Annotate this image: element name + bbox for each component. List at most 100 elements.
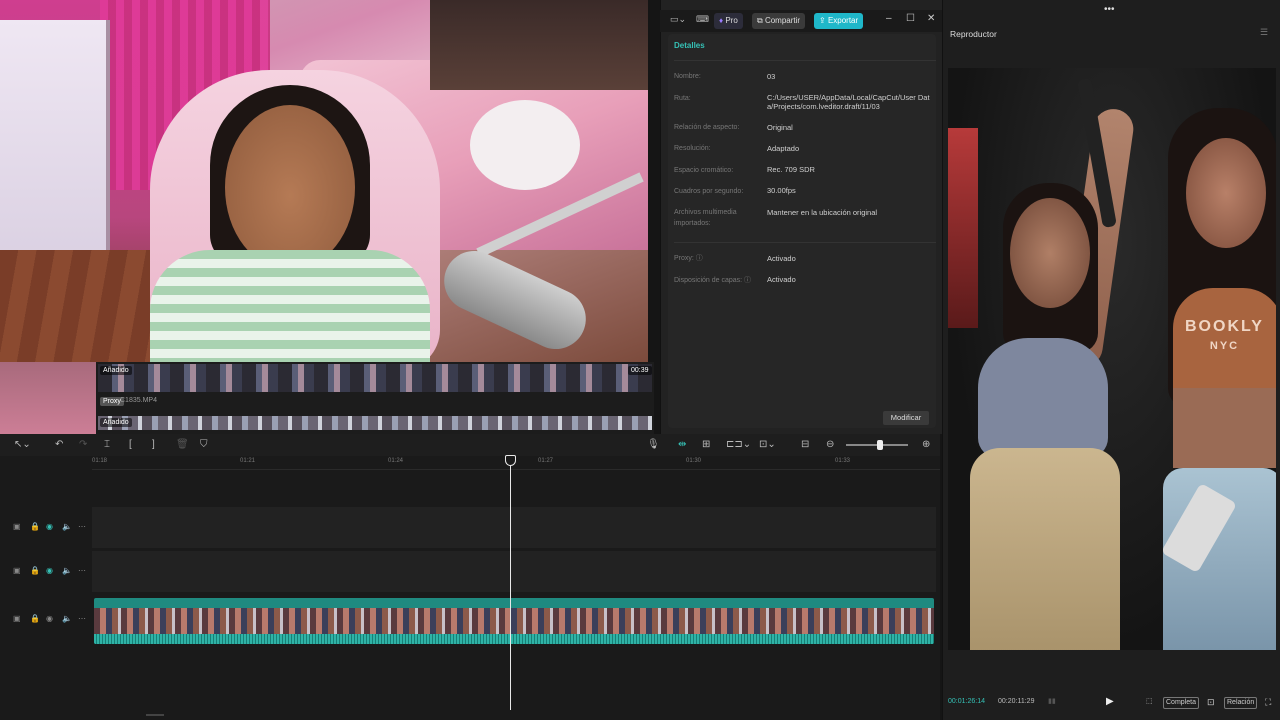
detail-label-proxy: Proxy: ⓘ (674, 253, 703, 264)
eye-icon[interactable]: ◉ (46, 566, 53, 575)
minimize-icon[interactable]: – (886, 13, 892, 24)
media-clip-2[interactable] (98, 416, 652, 430)
track-header-1: ▣ 🔒 ◉ 🔈 ⋯ (8, 506, 92, 548)
cover-icon[interactable]: ▣ (13, 614, 21, 623)
layout-icon[interactable]: ▭⌄ (670, 14, 686, 25)
eye-icon[interactable]: ◉ (46, 614, 53, 623)
redo-icon[interactable]: ↷ (79, 438, 87, 452)
detail-label-resolution: Resolución: (674, 145, 711, 152)
more-icon[interactable]: ⋯ (78, 566, 86, 575)
share-icon: ⧉ (757, 16, 763, 25)
current-time: 00:01:26:14 (948, 698, 985, 705)
audio-icon[interactable]: 🔈 (62, 614, 72, 623)
webcam-overlay (0, 0, 648, 362)
trim-right-icon[interactable]: ] (152, 438, 155, 452)
detail-value-name: 03 (767, 72, 776, 81)
plush-toy (470, 100, 580, 190)
export-label: Exportar (827, 16, 859, 25)
detail-value-aspect: Original (767, 123, 793, 132)
detail-label-path: Ruta: (674, 95, 691, 102)
video-clip[interactable] (94, 598, 934, 644)
zoom-out-icon[interactable]: ⊖ (826, 438, 834, 452)
undo-icon[interactable]: ↶ (55, 438, 63, 452)
share-button[interactable]: ⧉ Compartir (752, 13, 806, 29)
playhead-handle[interactable] (505, 455, 516, 466)
person-left-pants (970, 448, 1120, 650)
audio-icon[interactable]: 🔈 (62, 522, 72, 531)
modify-button[interactable]: Modificar (883, 411, 929, 425)
video-preview[interactable]: BOOKLY NYC (948, 68, 1276, 650)
split-icon[interactable]: ⌶ (104, 438, 110, 452)
close-icon[interactable]: ✕ (927, 13, 935, 24)
detail-value-proxy: Activado (767, 254, 796, 263)
keyboard-icon[interactable]: ⌨ (696, 14, 709, 25)
added-badge: Añadido (100, 366, 132, 375)
ruler-tick: 01:18 (92, 458, 108, 464)
detail-label-colorspace: Espacio cromático: (674, 167, 734, 174)
added-badge-2: Añadido (100, 418, 132, 427)
ruler-tick: 01:30 (686, 458, 702, 464)
track-header-3: ▣ 🔒 ◉ 🔈 ⋯ (8, 600, 92, 642)
delete-icon[interactable]: 🗑 (176, 438, 189, 452)
lock-icon[interactable]: 🔒 (30, 522, 40, 531)
detail-label-aspect: Relación de aspecto: (674, 124, 740, 131)
ratio-button[interactable]: Relación (1224, 697, 1258, 709)
player-title: Reproductor (950, 29, 997, 39)
more-icon[interactable]: ⋯ (78, 522, 86, 531)
playhead[interactable] (510, 456, 511, 710)
microphone-icon[interactable]: 🎙 (647, 438, 660, 452)
pro-button[interactable]: ♦ Pro (714, 13, 743, 29)
detail-value-media: Mantener en la ubicación original (767, 208, 878, 217)
lock-icon[interactable]: 🔒 (30, 566, 40, 575)
streamer-shirt (150, 250, 430, 362)
preview-axis-icon[interactable]: ⊞ (702, 438, 710, 452)
detail-value-resolution: Adaptado (767, 144, 800, 153)
export-icon: ⇪ (819, 16, 826, 25)
cover-icon[interactable]: ▣ (13, 522, 21, 531)
media-clip-1[interactable] (98, 364, 652, 392)
zoom-slider-handle[interactable] (877, 440, 883, 450)
select-tool-icon[interactable]: ↖⌄ (14, 438, 31, 452)
caption-icon[interactable]: ⊡⌄ (759, 438, 776, 452)
magnet-link-icon[interactable]: ⇹ (678, 438, 686, 452)
details-title: Detalles (674, 41, 705, 50)
maximize-icon[interactable]: ☐ (906, 13, 915, 24)
lock-icon[interactable]: 🔒 (30, 614, 40, 623)
menu-icon[interactable]: ☰ (1260, 27, 1268, 38)
time-ruler[interactable] (92, 456, 940, 470)
divider (674, 60, 936, 61)
person-right-face (1186, 138, 1266, 248)
person-left-face (1010, 198, 1090, 308)
more-icon[interactable]: ⋯ (78, 614, 86, 623)
track-1[interactable] (92, 506, 936, 548)
detail-label-name: Nombre: (674, 73, 701, 80)
info-icon-2[interactable]: ⓘ (744, 277, 751, 284)
media-strip: Añadido 00:39 Proxy C1835.MP4 Añadido (96, 362, 654, 434)
timeline-scrollbar[interactable] (146, 714, 164, 716)
eye-icon[interactable]: ◉ (46, 522, 53, 531)
fit-timeline-icon[interactable]: ⊟ (801, 438, 809, 452)
person-left-top (978, 338, 1108, 458)
fullscreen-quality-icon[interactable]: ⬚ (1146, 697, 1153, 707)
detail-value-fps: 30.00fps (767, 186, 796, 195)
trim-left-icon[interactable]: [ (129, 438, 132, 452)
zoom-fit-icon[interactable]: ⊡ (1207, 697, 1215, 707)
zoom-in-icon[interactable]: ⊕ (922, 438, 930, 452)
audio-icon[interactable]: 🔈 (62, 566, 72, 575)
fullscreen-icon[interactable]: ⛶ (1265, 697, 1271, 707)
full-button[interactable]: Completa (1163, 697, 1199, 709)
shirt-print-bottom: NYC (1209, 340, 1240, 352)
shirt-print-top: BOOKLY (1185, 318, 1264, 335)
ruler-tick: 01:21 (240, 458, 256, 464)
track-2[interactable] (92, 550, 936, 592)
linkage-icon[interactable]: ⊏⊐⌄ (726, 438, 751, 452)
cover-icon[interactable]: ▣ (13, 566, 21, 575)
info-icon[interactable]: ⓘ (696, 255, 703, 262)
drag-handle-icon[interactable]: ••• (1104, 4, 1115, 15)
shield-icon[interactable]: ⛉ (200, 438, 208, 452)
shelf (430, 0, 648, 90)
detail-value-layers: Activado (767, 275, 796, 284)
ruler-tick: 01:27 (538, 458, 554, 464)
play-icon[interactable]: ▶ (1106, 696, 1114, 707)
export-button[interactable]: ⇪ Exportar (814, 13, 864, 29)
